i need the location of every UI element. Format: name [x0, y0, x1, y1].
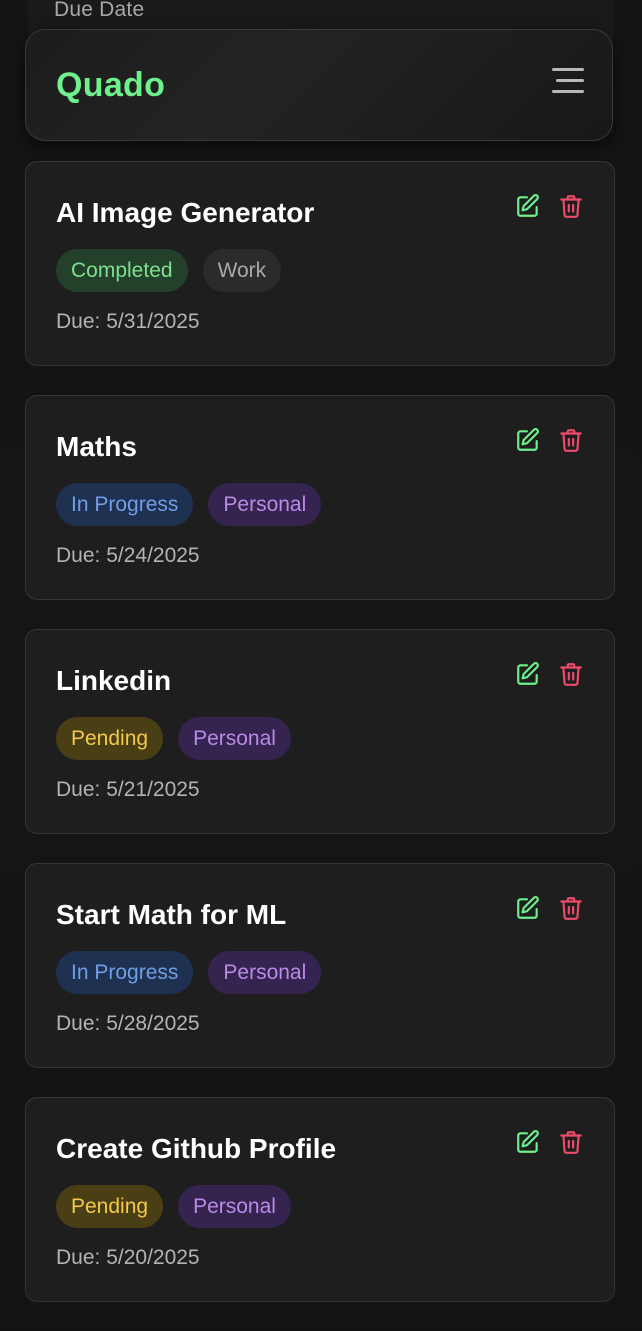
task-card: Create Github Profile Pending Personal D…: [25, 1097, 615, 1302]
task-actions: [515, 193, 584, 219]
brand-logo[interactable]: Quado: [56, 66, 165, 105]
trash-icon[interactable]: [558, 661, 584, 687]
task-title: Start Math for ML: [56, 899, 287, 930]
navbar: Quado: [25, 29, 613, 141]
trash-icon[interactable]: [558, 193, 584, 219]
status-badge: Pending: [56, 717, 164, 760]
menu-line: [556, 79, 584, 82]
due-date: Due: 5/24/2025: [56, 544, 200, 567]
category-badge: Personal: [178, 1185, 291, 1228]
task-card: Maths In Progress Personal Due: 5/24/202…: [25, 395, 615, 600]
status-badge: In Progress: [56, 951, 194, 994]
due-date: Due: 5/20/2025: [56, 1246, 200, 1269]
task-tags: Completed Work: [56, 249, 282, 292]
task-card: Linkedin Pending Personal Due: 5/21/2025: [25, 629, 615, 834]
task-actions: [515, 895, 584, 921]
menu-line: [552, 90, 584, 93]
task-title: Linkedin: [56, 665, 172, 696]
hamburger-menu-icon[interactable]: [544, 64, 584, 98]
task-actions: [515, 1129, 584, 1155]
trash-icon[interactable]: [558, 1129, 584, 1155]
status-badge: Pending: [56, 1185, 164, 1228]
due-date: Due: 5/28/2025: [56, 1012, 200, 1035]
task-tags: Pending Personal: [56, 717, 291, 760]
edit-icon[interactable]: [515, 427, 541, 453]
category-badge: Work: [202, 249, 282, 292]
edit-icon[interactable]: [515, 895, 541, 921]
status-badge: In Progress: [56, 483, 194, 526]
task-actions: [515, 427, 584, 453]
task-title: Create Github Profile: [56, 1133, 337, 1164]
due-date: Due: 5/21/2025: [56, 778, 200, 801]
due-date-filter-label: Due Date: [54, 0, 145, 21]
status-badge: Completed: [56, 249, 188, 292]
task-card: Start Math for ML In Progress Personal D…: [25, 863, 615, 1068]
edit-icon[interactable]: [515, 661, 541, 687]
category-badge: Personal: [208, 951, 322, 994]
task-tags: In Progress Personal: [56, 951, 322, 994]
task-actions: [515, 661, 584, 687]
trash-icon[interactable]: [558, 895, 584, 921]
task-card: AI Image Generator Completed Work Due: 5…: [25, 161, 615, 366]
task-title: AI Image Generator: [56, 197, 315, 228]
due-date: Due: 5/31/2025: [56, 310, 200, 333]
task-list: AI Image Generator Completed Work Due: 5…: [25, 161, 615, 1331]
edit-icon[interactable]: [515, 193, 541, 219]
trash-icon[interactable]: [558, 427, 584, 453]
category-badge: Personal: [208, 483, 322, 526]
task-tags: Pending Personal: [56, 1185, 291, 1228]
edit-icon[interactable]: [515, 1129, 541, 1155]
menu-line: [552, 68, 584, 71]
task-tags: In Progress Personal: [56, 483, 322, 526]
task-title: Maths: [56, 431, 137, 462]
category-badge: Personal: [178, 717, 291, 760]
